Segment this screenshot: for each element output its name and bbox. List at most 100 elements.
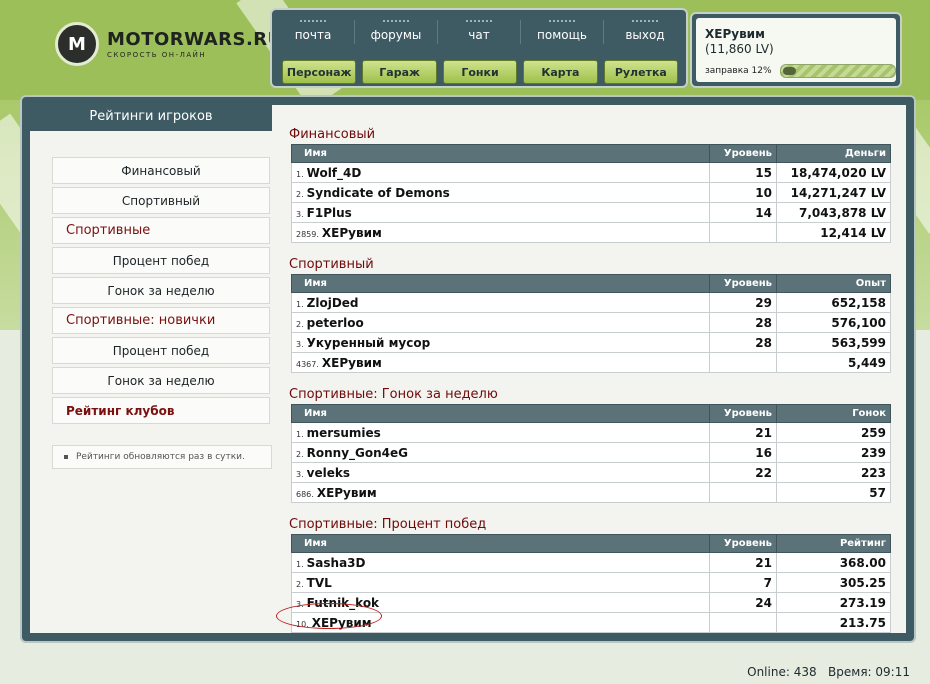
server-time: Время: 09:11 (828, 665, 910, 679)
table-row: 3. Укуренный мусор 28 563,599 (291, 332, 891, 353)
table-row: 2. peterloo 28 576,100 (291, 312, 891, 333)
player-name-link[interactable]: ХЕРувим (322, 356, 382, 370)
sidebar-item-label: Спортивные: новички (66, 313, 216, 328)
player-score: 563,599 (776, 332, 891, 353)
ranking-section-title[interactable]: Спортивные: Гонок за неделю (289, 387, 498, 402)
player-name-link[interactable]: veleks (307, 466, 350, 480)
player-name-link[interactable]: peterloo (307, 316, 364, 330)
player-level (709, 222, 777, 243)
player-name-link[interactable]: Ronny_Gon4eG (307, 446, 408, 460)
player-level: 28 (709, 332, 777, 353)
column-header: Имя (291, 534, 710, 553)
player-score: 652,158 (776, 292, 891, 313)
player-name-link[interactable]: Sasha3D (307, 556, 366, 570)
sidebar-item[interactable]: Гонок за неделю (52, 277, 270, 304)
player-level (709, 482, 777, 503)
player-score: 259 (776, 422, 891, 443)
player-level (709, 352, 777, 373)
sidebar-item-label: Спортивные (66, 223, 151, 238)
nav-link-logout[interactable]: выход (604, 10, 686, 54)
logo-title: MOTORWARS.RU (107, 29, 283, 50)
main-frame: Рейтинги игроков Финансовый Спортивный Спо… (20, 95, 916, 643)
column-header: Имя (291, 144, 710, 163)
player-score: 57 (776, 482, 891, 503)
player-name-link[interactable]: TVL (307, 576, 332, 590)
sidebar-item[interactable]: Процент побед (52, 247, 270, 274)
rank-number: 2. (296, 189, 304, 199)
sidebar-item[interactable]: Финансовый (52, 157, 270, 184)
sidebar-note: Рейтинги обновляются раз в сутки. (52, 445, 272, 469)
player-score: 5,449 (776, 352, 891, 373)
user-panel: ХЕРувим (11,860 LV) заправка 12% (690, 12, 902, 88)
nav-link-forums[interactable]: форумы (355, 10, 437, 54)
ranking-section-title[interactable]: Спортивный (289, 257, 374, 272)
garage-button[interactable]: Гараж (362, 60, 437, 84)
nav-link-mail[interactable]: почта (272, 10, 354, 54)
rank-number: 3. (296, 209, 304, 219)
ranking-table: Имя Уровень Опыт 1. ZlojDed 29 652,158 2. peterl… (291, 274, 891, 373)
player-name-link[interactable]: ZlojDed (307, 296, 359, 310)
user-name[interactable]: ХЕРувим (705, 27, 765, 41)
player-name-link[interactable]: ХЕРувим (317, 486, 377, 500)
rank-number: 1. (296, 169, 304, 179)
logo-icon: M (55, 22, 99, 66)
site-logo[interactable]: M MOTORWARS.RU СКОРОСТЬ ОН-ЛАЙН (55, 22, 283, 66)
nav-link-chat[interactable]: чат (438, 10, 520, 54)
roulette-button[interactable]: Рулетка (603, 60, 679, 84)
column-header: Уровень (709, 274, 777, 293)
player-level: 22 (709, 462, 777, 483)
sidebar-header: Рейтинги игроков (30, 105, 272, 131)
rank-number: 2. (296, 319, 304, 329)
rank-number: 1. (296, 559, 304, 569)
player-score: 368.00 (776, 552, 891, 573)
player-score: 7,043,878 LV (776, 202, 891, 223)
table-row: 2859. ХЕРувим 12,414 LV (291, 222, 891, 243)
player-level: 28 (709, 312, 777, 333)
player-level: 14 (709, 202, 777, 223)
table-row: 1. Sasha3D 21 368.00 (291, 552, 891, 573)
player-level: 10 (709, 182, 777, 203)
ranking-section-title[interactable]: Финансовый (289, 127, 375, 142)
sidebar-item: Спортивные (52, 217, 270, 244)
player-name-link[interactable]: Wolf_4D (307, 166, 362, 180)
sidebar-item-label: Гонок за неделю (107, 373, 215, 388)
map-button[interactable]: Карта (523, 60, 598, 84)
character-button[interactable]: Персонаж (282, 60, 357, 84)
player-name-link[interactable]: F1Plus (307, 206, 352, 220)
player-name-link[interactable]: Укуренный мусор (307, 336, 431, 350)
table-row: 2. TVL 7 305.25 (291, 572, 891, 593)
ranking-table: Имя Уровень Деньги 1. Wolf_4D 15 18,474,020 LV… (291, 144, 891, 243)
rank-number: 4367. (296, 359, 319, 369)
column-header: Рейтинг (776, 534, 891, 553)
main-content: Рейтинги игроков Финансовый Спортивный Спо… (30, 105, 906, 633)
logo-subtitle: СКОРОСТЬ ОН-ЛАЙН (107, 51, 207, 59)
sidebar-item-label: Процент побед (112, 343, 210, 358)
player-score: 12,414 LV (776, 222, 891, 243)
rank-number: 3. (296, 339, 304, 349)
races-button[interactable]: Гонки (442, 60, 518, 84)
player-name-link[interactable]: ХЕРувим (322, 226, 382, 240)
sidebar-item[interactable]: Гонок за неделю (52, 367, 270, 394)
player-name-link[interactable]: mersumies (307, 426, 381, 440)
ranking-table: Имя Уровень Гонок 1. mersumies 21 259 2. Ronny_G… (291, 404, 891, 503)
table-row: 1. ZlojDed 29 652,158 (291, 292, 891, 313)
player-level: 29 (709, 292, 777, 313)
nav-link-help[interactable]: помощь (521, 10, 603, 54)
sidebar-item[interactable]: Рейтинг клубов (52, 397, 270, 424)
rank-number: 2. (296, 579, 304, 589)
table-row: 4367. ХЕРувим 5,449 (291, 352, 891, 373)
player-name-link[interactable]: Syndicate of Demons (307, 186, 450, 200)
sidebar-item[interactable]: Спортивный (52, 187, 270, 214)
player-score: 14,271,247 LV (776, 182, 891, 203)
column-header: Уровень (709, 404, 777, 423)
rank-number: 686. (296, 489, 314, 499)
main-nav-panel: почта форумы чат помощь выход Персонаж Г… (270, 8, 688, 88)
table-row: 3. F1Plus 14 7,043,878 LV (291, 202, 891, 223)
ranking-section-title[interactable]: Спортивные: Процент побед (289, 517, 486, 532)
player-level: 24 (709, 592, 777, 613)
sidebar-item[interactable]: Процент побед (52, 337, 270, 364)
user-money: (11,860 LV) (705, 42, 774, 56)
rank-number: 2. (296, 449, 304, 459)
player-score: 273.19 (776, 592, 891, 613)
column-header: Имя (291, 274, 710, 293)
